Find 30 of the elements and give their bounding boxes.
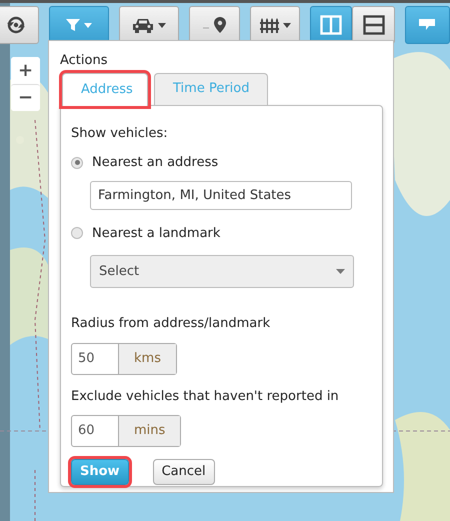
cancel-button[interactable]: Cancel xyxy=(152,459,215,485)
columns-layout-icon xyxy=(320,15,342,35)
panel-title: Actions xyxy=(60,52,108,70)
car-icon xyxy=(132,17,154,33)
caret-icon xyxy=(84,22,92,28)
address-field[interactable]: Farmington, MI, United States xyxy=(90,180,352,210)
unit-label: mins xyxy=(118,416,180,446)
number-input-group[interactable]: 60 mins xyxy=(71,415,182,447)
radio-button[interactable] xyxy=(71,227,83,240)
field-label: Exclude vehicles that haven't reported in xyxy=(71,388,340,406)
zoom-out-button[interactable]: − xyxy=(11,84,40,111)
pin-icon xyxy=(202,16,228,34)
caret-icon xyxy=(158,22,166,28)
caret-icon xyxy=(336,269,345,274)
landmark-select[interactable]: Select xyxy=(90,255,354,288)
fence-icon xyxy=(258,17,279,33)
radio-button[interactable] xyxy=(71,156,83,169)
unit-label: kms xyxy=(118,344,176,374)
refresh-icon xyxy=(6,15,26,35)
section-label: Show vehicles: xyxy=(71,124,169,142)
refresh-button[interactable] xyxy=(0,6,40,44)
field-label: Radius from address/landmark xyxy=(71,315,272,333)
comment-icon xyxy=(419,19,436,31)
comment-button[interactable] xyxy=(404,6,450,44)
radio-label: Nearest an address xyxy=(92,154,218,172)
filter-icon xyxy=(66,18,80,32)
caret-icon xyxy=(282,22,291,28)
radio-label: Nearest a landmark xyxy=(92,224,220,242)
rows-layout-icon xyxy=(362,15,384,35)
number-input-group[interactable]: 50 kms xyxy=(71,342,177,374)
